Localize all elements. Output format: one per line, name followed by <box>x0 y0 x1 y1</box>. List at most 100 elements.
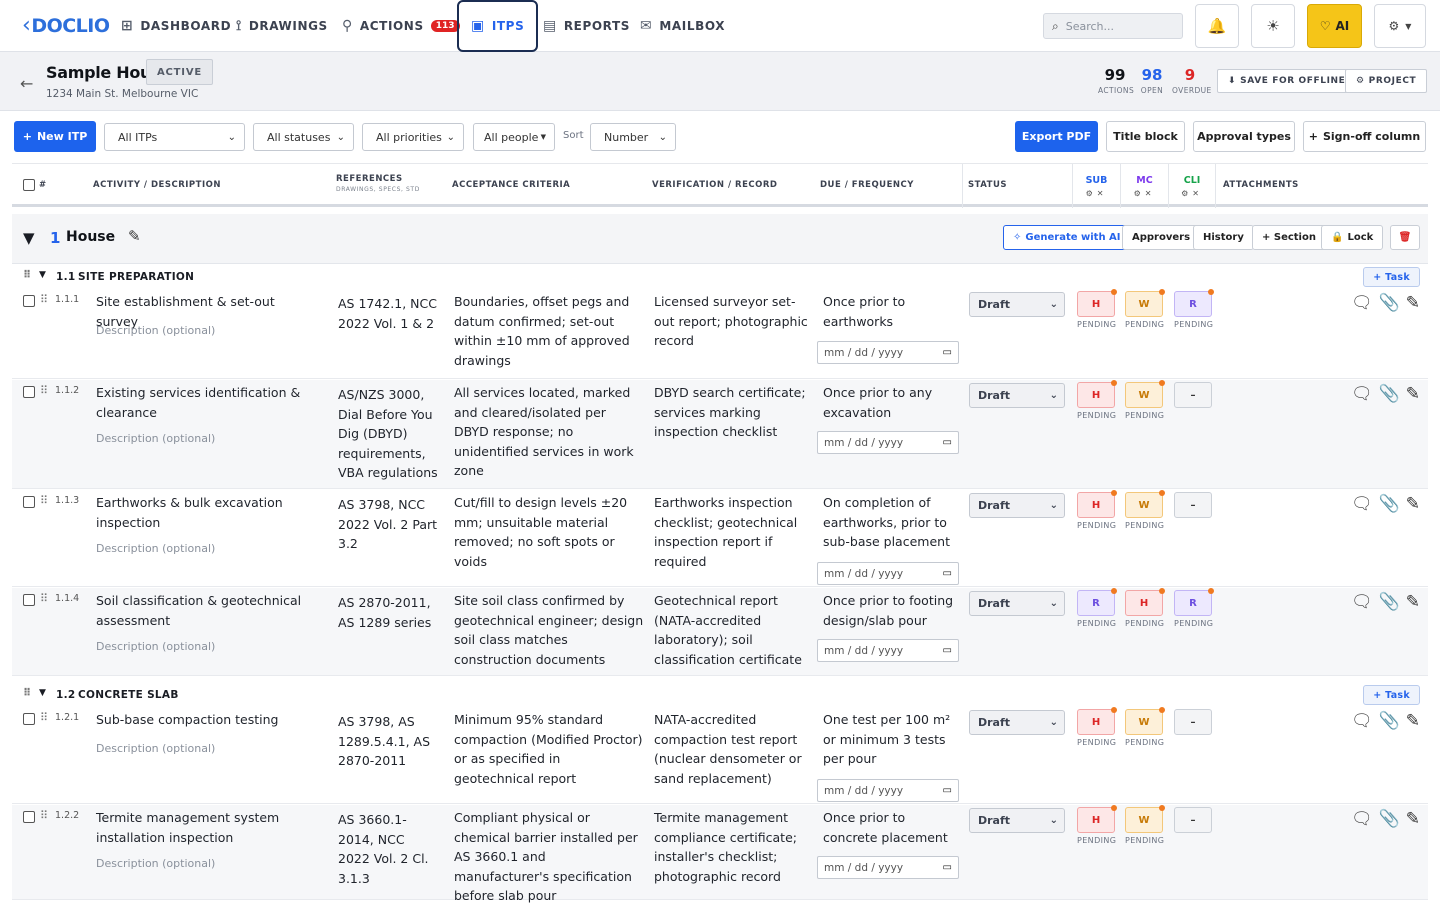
signoff-chip[interactable]: R <box>1077 588 1117 616</box>
nav-dashboard[interactable]: ⊞ DASHBOARD <box>121 0 231 52</box>
signoff-chip[interactable]: W <box>1125 380 1165 408</box>
paperclip-icon[interactable]: 📎 <box>1379 293 1400 313</box>
nav-actions[interactable]: ⚲ ACTIONS 113 <box>342 0 460 52</box>
row-checkbox[interactable] <box>23 811 35 823</box>
signoff-chip[interactable]: H <box>1125 588 1165 616</box>
signoff-chip[interactable]: W <box>1125 805 1165 833</box>
comment-icon[interactable]: 🗨 <box>1351 711 1373 731</box>
due-date-input[interactable]: mm / dd / yyyy ▭ <box>817 431 959 454</box>
due-date-input[interactable]: mm / dd / yyyy ▭ <box>817 779 959 802</box>
activity-text[interactable]: Earthworks & bulk excavation inspection <box>96 493 316 532</box>
acceptance-text[interactable]: Site soil class confirmed by geotechnica… <box>454 591 644 669</box>
row-checkbox[interactable] <box>23 295 35 307</box>
notifications-bell-button[interactable]: 🔔 <box>1195 4 1239 48</box>
due-date-input[interactable]: mm / dd / yyyy ▭ <box>817 562 959 585</box>
drag-handle-icon[interactable]: ⠿ <box>40 711 48 724</box>
lock-button[interactable]: 🔒 Lock <box>1321 225 1384 250</box>
signoff-chip[interactable]: W <box>1125 707 1165 735</box>
description-input[interactable]: Description (optional) <box>96 857 215 870</box>
collapse-triangle-icon[interactable]: ▼ <box>39 688 46 698</box>
references-text[interactable]: AS/NZS 3000, Dial Before You Dig (DBYD) … <box>338 385 438 483</box>
nav-drawings[interactable]: ⟟ DRAWINGS <box>236 0 328 52</box>
comment-icon[interactable]: 🗨 <box>1351 592 1373 612</box>
activity-text[interactable]: Soil classification & geotechnical asses… <box>96 591 316 630</box>
paperclip-icon[interactable]: 📎 <box>1379 809 1400 829</box>
pencil-icon[interactable]: ✎ <box>1406 293 1420 313</box>
pencil-icon[interactable]: ✎ <box>1406 494 1420 514</box>
edit-pencil-icon[interactable]: ✎ <box>128 227 141 245</box>
paperclip-icon[interactable]: 📎 <box>1379 494 1400 514</box>
due-date-input[interactable]: mm / dd / yyyy ▭ <box>817 639 959 662</box>
pencil-icon[interactable]: ✎ <box>1406 384 1420 404</box>
references-text[interactable]: AS 3798, NCC 2022 Vol. 2 Part 3.2 <box>338 495 438 554</box>
activity-text[interactable]: Sub-base compaction testing <box>96 710 316 730</box>
add-signoff-column-button[interactable]: + Sign-off column <box>1303 121 1426 152</box>
verification-text[interactable]: Earthworks inspection checklist; geotech… <box>654 493 809 571</box>
comment-icon[interactable]: 🗨 <box>1351 293 1373 313</box>
people-filter-select[interactable]: All people ▼ <box>473 123 555 151</box>
doclio-logo[interactable]: ‹ DOCLIO <box>22 13 110 38</box>
signoff-chip[interactable]: R <box>1174 588 1214 616</box>
row-checkbox[interactable] <box>23 496 35 508</box>
nav-itps[interactable]: ▣ ITPS <box>457 0 539 52</box>
save-offline-button[interactable]: ⬇ SAVE FOR OFFLINE <box>1217 69 1357 93</box>
comment-icon[interactable]: 🗨 <box>1351 809 1373 829</box>
signoff-chip[interactable]: – <box>1174 807 1212 833</box>
status-select[interactable]: Draft ⌄ <box>969 292 1065 317</box>
status-select[interactable]: Draft ⌄ <box>969 808 1065 833</box>
sort-select[interactable]: Number ⌄ <box>590 123 676 151</box>
new-itp-button[interactable]: + New ITP <box>14 121 96 152</box>
export-pdf-button[interactable]: Export PDF <box>1015 121 1098 152</box>
back-arrow-icon[interactable]: ← <box>20 74 33 93</box>
paperclip-icon[interactable]: 📎 <box>1379 592 1400 612</box>
delete-section-button[interactable]: 🗑 <box>1390 225 1420 250</box>
references-text[interactable]: AS 2870-2011, AS 1289 series <box>338 593 438 632</box>
ai-button[interactable]: ♡ AI <box>1307 4 1362 48</box>
due-frequency-text[interactable]: Once prior to any excavation <box>823 383 958 422</box>
collapse-triangle-icon[interactable]: ▼ <box>39 270 46 280</box>
due-frequency-text[interactable]: On completion of earthworks, prior to su… <box>823 493 958 552</box>
paperclip-icon[interactable]: 📎 <box>1379 711 1400 731</box>
project-settings-button[interactable]: ⚙ PROJECT <box>1345 69 1428 93</box>
description-input[interactable]: Description (optional) <box>96 432 215 445</box>
drag-handle-icon[interactable]: ⠿ <box>40 592 48 605</box>
row-checkbox[interactable] <box>23 386 35 398</box>
column-controls-icon[interactable]: ⚙✕ <box>1073 189 1120 198</box>
due-frequency-text[interactable]: Once prior to footing design/slab pour <box>823 591 958 630</box>
generate-with-ai-button[interactable]: ✧ Generate with AI <box>1003 225 1131 250</box>
pencil-icon[interactable]: ✎ <box>1406 592 1420 612</box>
signoff-chip[interactable]: W <box>1125 490 1165 518</box>
description-input[interactable]: Description (optional) <box>96 542 215 555</box>
row-checkbox[interactable] <box>23 594 35 606</box>
column-controls-icon[interactable]: ⚙✕ <box>1121 189 1168 198</box>
due-frequency-text[interactable]: One test per 100 m² or minimum 3 tests p… <box>823 710 958 769</box>
verification-text[interactable]: DBYD search certificate; services markin… <box>654 383 809 442</box>
theme-toggle-button[interactable]: ☀ <box>1251 4 1295 48</box>
select-all-checkbox[interactable] <box>23 179 35 191</box>
description-input[interactable]: Description (optional) <box>96 640 215 653</box>
references-text[interactable]: AS 1742.1, NCC 2022 Vol. 1 & 2 <box>338 294 438 333</box>
acceptance-text[interactable]: All services located, marked and cleared… <box>454 383 644 481</box>
col-signoff-mc[interactable]: MC ⚙✕ <box>1120 164 1168 208</box>
comment-icon[interactable]: 🗨 <box>1351 494 1373 514</box>
signoff-chip[interactable]: H <box>1077 380 1117 408</box>
pencil-icon[interactable]: ✎ <box>1406 711 1420 731</box>
drag-handle-icon[interactable]: ⠿ <box>23 269 32 281</box>
status-select[interactable]: Draft ⌄ <box>969 493 1065 518</box>
references-text[interactable]: AS 3798, AS 1289.5.4.1, AS 2870-2011 <box>338 712 438 771</box>
search-input[interactable]: ⌕ Search... <box>1043 13 1183 39</box>
status-filter-select[interactable]: All statuses ⌄ <box>253 123 354 151</box>
priority-filter-select[interactable]: All priorities ⌄ <box>362 123 464 151</box>
signoff-chip[interactable]: H <box>1077 490 1117 518</box>
signoff-chip[interactable]: H <box>1077 289 1117 317</box>
itp-filter-select[interactable]: All ITPs ⌄ <box>104 123 245 151</box>
signoff-chip[interactable]: – <box>1174 709 1212 735</box>
due-frequency-text[interactable]: Once prior to concrete placement <box>823 808 958 847</box>
status-select[interactable]: Draft ⌄ <box>969 383 1065 408</box>
activity-text[interactable]: Termite management system installation i… <box>96 808 316 847</box>
signoff-chip[interactable]: – <box>1174 382 1212 408</box>
col-signoff-sub[interactable]: SUB ⚙✕ <box>1072 164 1120 208</box>
due-date-input[interactable]: mm / dd / yyyy ▭ <box>817 856 959 879</box>
description-input[interactable]: Description (optional) <box>96 742 215 755</box>
signoff-chip[interactable]: W <box>1125 289 1165 317</box>
